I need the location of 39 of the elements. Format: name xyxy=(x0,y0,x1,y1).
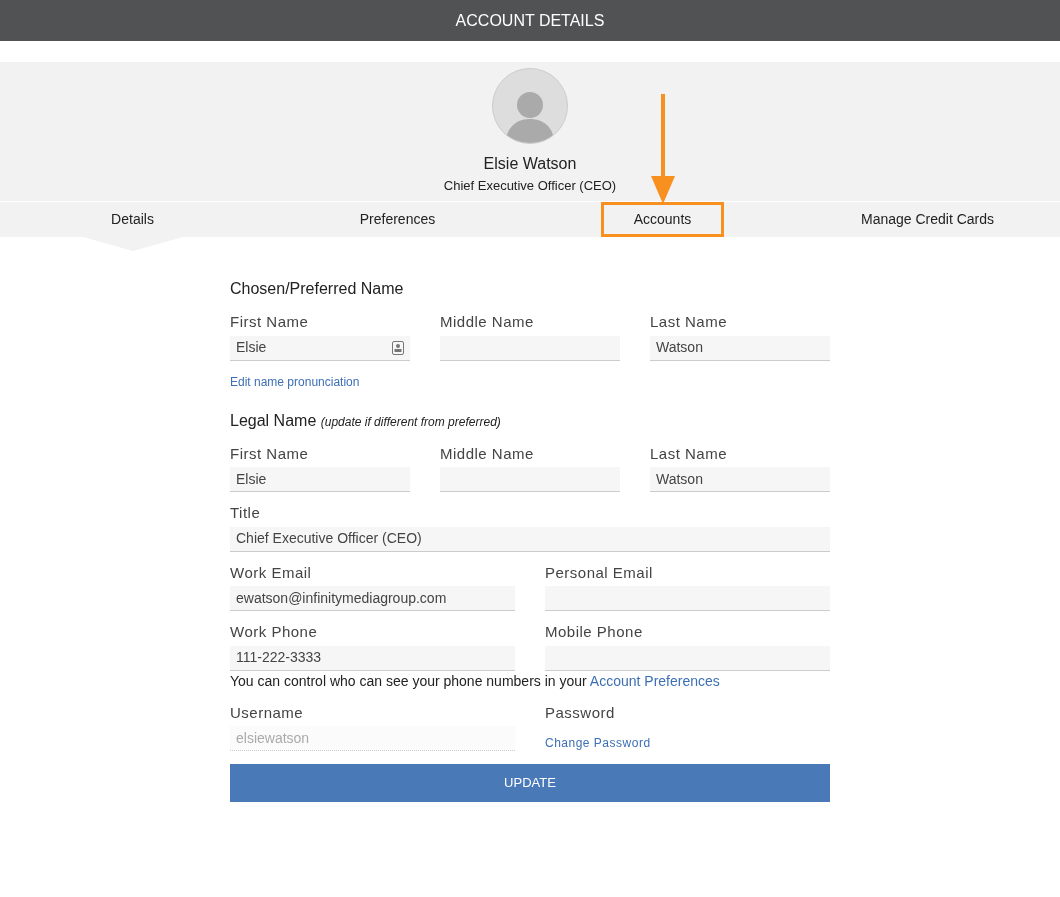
link[interactable]: Edit name pronunciation xyxy=(230,374,360,389)
input-field[interactable]: ewatson@infinitymediagroup.com xyxy=(230,586,515,611)
tab[interactable]: Details xyxy=(0,202,265,237)
section-heading: Legal Name (update if different from preferred) xyxy=(230,410,502,431)
section-heading: Chosen/Preferred Name xyxy=(230,279,405,299)
input-field[interactable]: Watson xyxy=(650,467,830,492)
field-label: Mobile Phone xyxy=(545,622,644,642)
tab[interactable]: Accounts xyxy=(530,202,795,237)
input-field[interactable]: 111-222-3333 xyxy=(230,645,515,671)
profile-role: Chief Executive Officer (CEO) xyxy=(443,176,617,195)
input-field[interactable]: Elsie xyxy=(230,335,410,361)
input-field[interactable]: Elsie xyxy=(230,467,410,492)
field-label: Title xyxy=(230,503,262,523)
page-title: ACCOUNT DETAILS xyxy=(455,10,605,31)
field-label: Work Phone xyxy=(230,622,319,642)
tab[interactable]: Preferences xyxy=(265,202,530,237)
input-field[interactable] xyxy=(545,586,830,611)
field-label: Personal Email xyxy=(545,562,654,583)
field-label: Work Email xyxy=(230,562,313,583)
update-button[interactable]: UPDATE xyxy=(230,764,830,802)
link[interactable]: Change Password xyxy=(545,736,651,750)
input-field[interactable] xyxy=(440,335,620,361)
info-text: You can control who can see your phone numbers in your Account Preferences xyxy=(230,671,721,691)
field-label: Last Name xyxy=(650,312,729,332)
input-field[interactable] xyxy=(440,467,620,492)
field-label: First Name xyxy=(230,443,310,464)
input-field[interactable] xyxy=(545,645,830,671)
tab[interactable]: Manage Credit Cards xyxy=(795,202,1060,237)
link[interactable]: Account Preferences xyxy=(589,672,720,689)
field-label: First Name xyxy=(230,312,310,332)
contact-card-icon[interactable] xyxy=(392,340,404,355)
field-label: Middle Name xyxy=(440,312,535,332)
field-label: Username xyxy=(230,702,305,723)
input-field[interactable]: Chief Executive Officer (CEO) xyxy=(230,526,830,552)
input-field[interactable]: Watson xyxy=(650,335,830,361)
field-label: Password xyxy=(545,702,616,723)
field-label: Last Name xyxy=(650,443,729,464)
profile-name: Elsie Watson xyxy=(483,153,577,174)
field-label: Middle Name xyxy=(440,443,535,464)
